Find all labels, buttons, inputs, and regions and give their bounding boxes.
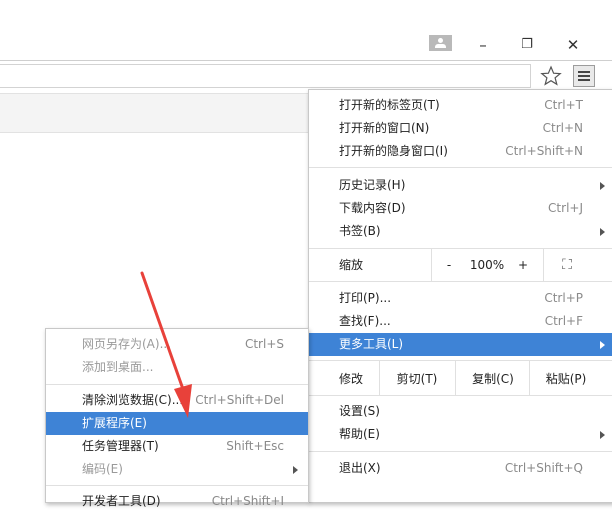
arrow-head <box>174 384 192 418</box>
annotation-arrow <box>140 271 192 418</box>
arrow-shaft <box>140 271 186 394</box>
